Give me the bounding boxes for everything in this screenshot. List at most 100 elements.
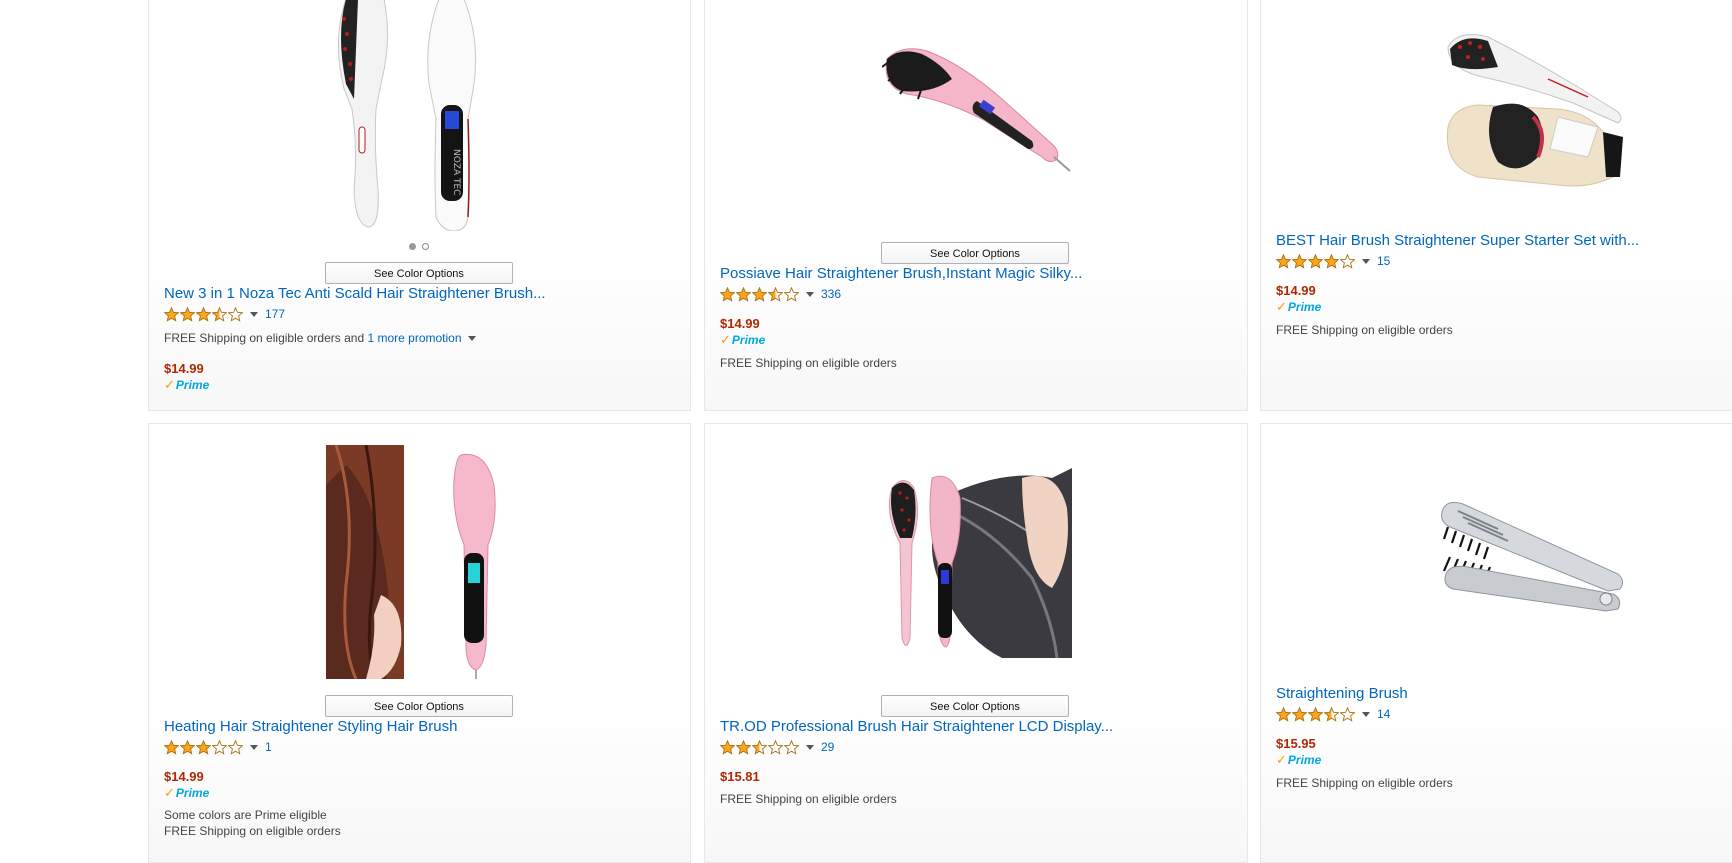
product-card: BEST Hair Brush Straightener Super Start… <box>1260 0 1732 411</box>
see-color-options-button[interactable]: See Color Options <box>881 695 1069 717</box>
promotion-caret-icon[interactable] <box>467 336 476 342</box>
rating-popover-caret-icon[interactable] <box>250 744 258 750</box>
carousel-dot-2[interactable] <box>422 243 429 250</box>
star-empty-icon <box>768 739 783 755</box>
star-empty-icon <box>1340 253 1355 269</box>
prime-check-icon: ✓ <box>720 332 731 347</box>
shipping-text: FREE Shipping on eligible orders <box>1276 776 1453 790</box>
star-full-icon <box>720 739 735 755</box>
star-empty-icon <box>212 739 227 755</box>
star-full-icon <box>164 306 179 322</box>
product-title-link[interactable]: New 3 in 1 Noza Tec Anti Scald Hair Stra… <box>164 285 546 302</box>
star-rating-icon[interactable] <box>164 739 243 755</box>
star-empty-icon <box>228 306 243 322</box>
product-price: $14.99 <box>1276 283 1316 298</box>
prime-label: Prime <box>1287 753 1322 767</box>
rating-popover-caret-icon[interactable] <box>1362 258 1370 264</box>
product-rating: 14 <box>1276 706 1390 722</box>
review-count-link[interactable]: 1 <box>265 740 272 754</box>
star-empty-icon <box>784 739 799 755</box>
see-color-options-button[interactable]: See Color Options <box>325 695 513 717</box>
shipping-label: FREE Shipping on eligible orders and <box>164 331 368 345</box>
product-price: $15.95 <box>1276 736 1316 751</box>
shipping-text: FREE Shipping on eligible orders <box>164 824 341 838</box>
product-card: See Color Options Heating Hair Straighte… <box>148 423 691 863</box>
star-full-icon <box>736 286 751 302</box>
product-image[interactable] <box>882 39 1072 179</box>
shipping-text: FREE Shipping on eligible orders <box>720 792 897 806</box>
review-count-link[interactable]: 177 <box>265 307 285 321</box>
star-rating-icon[interactable] <box>720 739 799 755</box>
star-full-icon <box>1308 253 1323 269</box>
see-color-options-button[interactable]: See Color Options <box>325 262 513 284</box>
product-image[interactable] <box>1438 499 1628 624</box>
prime-check-icon: ✓ <box>164 785 175 800</box>
product-title-link[interactable]: Possiave Hair Straightener Brush,Instant… <box>720 265 1082 282</box>
product-title-link[interactable]: TR.OD Professional Brush Hair Straighten… <box>720 718 1113 735</box>
see-color-options-button[interactable]: See Color Options <box>881 242 1069 264</box>
star-half-icon <box>752 739 767 755</box>
prime-badge: ✓ Prime <box>164 377 209 392</box>
shipping-text: FREE Shipping on eligible orders <box>720 356 897 370</box>
product-rating: 1 <box>164 739 272 755</box>
product-card: NOZA TEC See Color Options New 3 in 1 No… <box>148 0 691 411</box>
star-empty-icon <box>784 286 799 302</box>
star-empty-icon <box>1340 706 1355 722</box>
prime-label: Prime <box>175 786 210 800</box>
prime-check-icon: ✓ <box>1276 299 1287 314</box>
star-full-icon <box>180 739 195 755</box>
product-title-link[interactable]: Heating Hair Straightener Styling Hair B… <box>164 718 457 735</box>
star-rating-icon[interactable] <box>164 306 243 322</box>
review-count-link[interactable]: 15 <box>1377 254 1390 268</box>
review-count-link[interactable]: 29 <box>821 740 834 754</box>
star-full-icon <box>1292 253 1307 269</box>
prime-check-icon: ✓ <box>1276 752 1287 767</box>
product-rating: 29 <box>720 739 834 755</box>
prime-badge: ✓ Prime <box>164 785 210 800</box>
star-full-icon <box>736 739 751 755</box>
star-empty-icon <box>228 739 243 755</box>
more-promotion-link[interactable]: 1 more promotion <box>367 331 461 345</box>
star-full-icon <box>196 306 211 322</box>
product-card: Straightening Brush 14 $15.95 ✓ Prime FRE… <box>1260 423 1732 863</box>
review-count-link[interactable]: 336 <box>821 287 841 301</box>
carousel-dot-1[interactable] <box>409 243 416 250</box>
product-rating: 336 <box>720 286 841 302</box>
product-price: $14.99 <box>164 769 204 784</box>
product-card: See Color Options TR.OD Professional Bru… <box>704 423 1248 863</box>
star-full-icon <box>1324 253 1339 269</box>
star-rating-icon[interactable] <box>720 286 799 302</box>
star-rating-icon[interactable] <box>1276 253 1355 269</box>
product-price: $15.81 <box>720 769 760 784</box>
review-count-link[interactable]: 14 <box>1377 707 1390 721</box>
product-image[interactable]: NOZA TEC <box>324 0 489 231</box>
rating-popover-caret-icon[interactable] <box>806 291 814 297</box>
star-half-icon <box>768 286 783 302</box>
product-price: $14.99 <box>164 361 204 376</box>
prime-label: Prime <box>1287 300 1322 314</box>
star-full-icon <box>1292 706 1307 722</box>
product-rating: 15 <box>1276 253 1390 269</box>
prime-label: Prime <box>731 333 766 347</box>
product-image[interactable] <box>882 468 1072 658</box>
product-price: $14.99 <box>720 316 760 331</box>
prime-check-icon: ✓ <box>164 377 175 392</box>
star-full-icon <box>196 739 211 755</box>
svg-text:NOZA TEC: NOZA TEC <box>451 149 461 195</box>
prime-eligible-note: Some colors are Prime eligible <box>164 808 327 822</box>
prime-badge: ✓ Prime <box>1276 752 1322 767</box>
product-image[interactable] <box>1438 27 1628 189</box>
shipping-text: FREE Shipping on eligible orders and 1 m… <box>164 331 476 345</box>
rating-popover-caret-icon[interactable] <box>806 744 814 750</box>
prime-badge: ✓ Prime <box>720 332 766 347</box>
rating-popover-caret-icon[interactable] <box>1362 711 1370 717</box>
product-title-link[interactable]: Straightening Brush <box>1276 685 1408 702</box>
star-full-icon <box>180 306 195 322</box>
prime-badge: ✓ Prime <box>1276 299 1322 314</box>
rating-popover-caret-icon[interactable] <box>250 311 258 317</box>
product-image[interactable] <box>326 445 516 679</box>
shipping-text: FREE Shipping on eligible orders <box>1276 323 1453 337</box>
star-rating-icon[interactable] <box>1276 706 1355 722</box>
product-card: See Color Options Possiave Hair Straight… <box>704 0 1248 411</box>
product-title-link[interactable]: BEST Hair Brush Straightener Super Start… <box>1276 232 1639 249</box>
